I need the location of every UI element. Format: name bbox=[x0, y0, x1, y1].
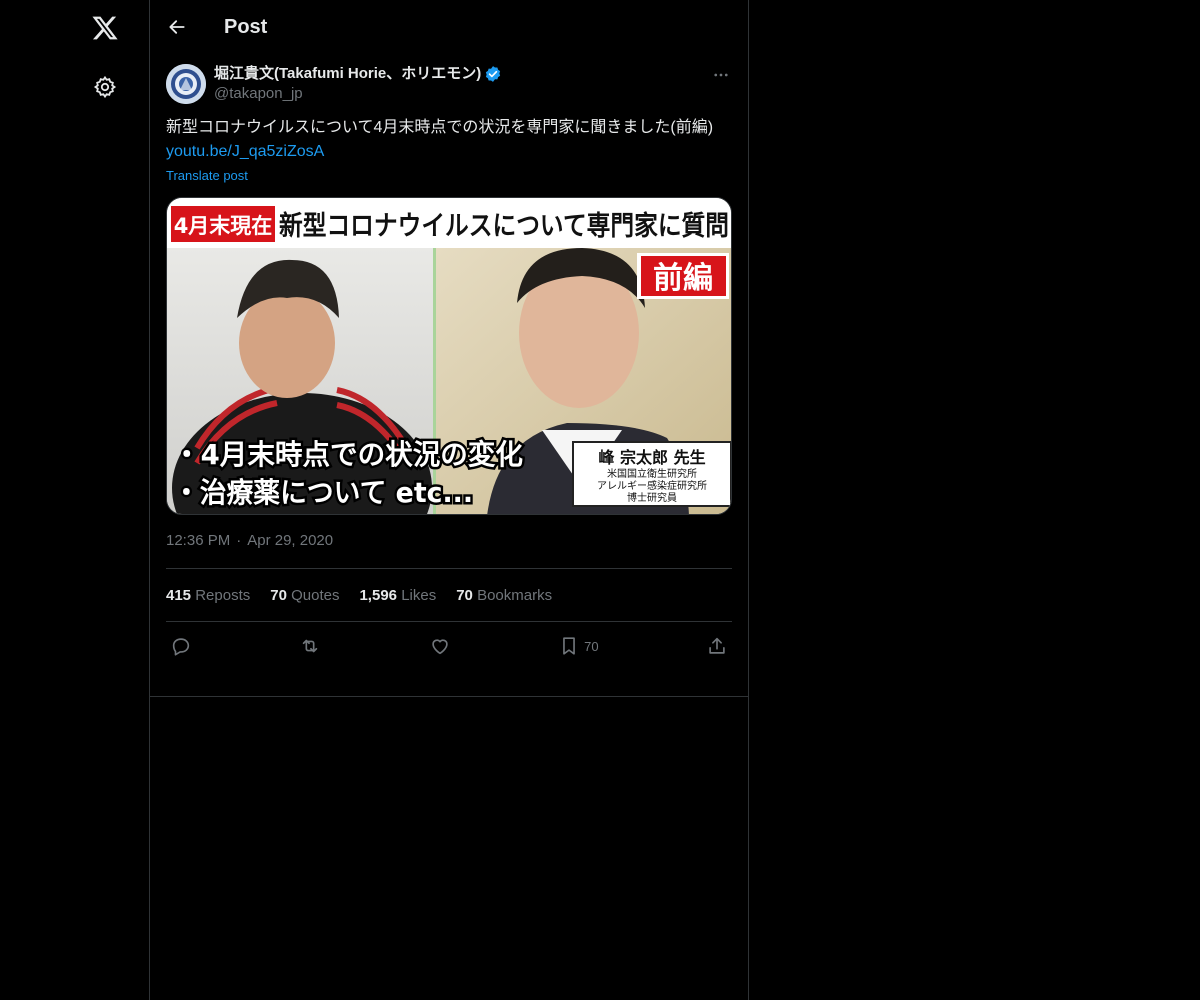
part-label-text: 前編 bbox=[653, 261, 713, 296]
likes-stat[interactable]: 1,596 Likes bbox=[359, 587, 436, 604]
x-logo-icon[interactable] bbox=[85, 8, 125, 48]
author-name[interactable]: 堀江貴文(Takafumi Horie、ホリエモン) bbox=[214, 64, 481, 84]
post-link[interactable]: youtu.be/J_qa5ziZosA bbox=[166, 140, 732, 164]
left-nav bbox=[0, 0, 150, 1000]
bookmarks-stat[interactable]: 70 Bookmarks bbox=[456, 587, 552, 604]
post-timestamp[interactable]: 12:36 PM · Apr 29, 2020 bbox=[166, 532, 732, 552]
expert-aff-2: アレルギー感染症研究所 bbox=[597, 479, 707, 492]
quotes-stat[interactable]: 70 Quotes bbox=[270, 587, 339, 604]
bullet-2-text: ・治療薬について etc... bbox=[173, 476, 473, 509]
post-stats: 415 Reposts 70 Quotes 1,596 Likes 70 Boo… bbox=[166, 569, 732, 621]
post-date: Apr 29, 2020 bbox=[247, 532, 334, 549]
banner-red-text: 4月末現在 bbox=[174, 214, 273, 238]
bullet-1-text: ・4月末時点での状況の変化 bbox=[173, 438, 523, 471]
video-thumbnail[interactable]: 4月末現在 新型コロナウイルスについて専門家に質問 前編 ・4月末時点での状況の… bbox=[166, 197, 732, 515]
bookmark-count: 70 bbox=[584, 638, 599, 654]
repost-icon[interactable] bbox=[299, 635, 321, 657]
reply-icon[interactable] bbox=[170, 635, 192, 657]
expert-aff-1: 米国国立衛生研究所 bbox=[607, 467, 697, 480]
page-title: Post bbox=[224, 15, 268, 38]
expert-aff-3: 博士研究員 bbox=[627, 491, 677, 504]
banner-title-text: 新型コロナウイルスについて専門家に質問 bbox=[279, 210, 729, 242]
share-icon[interactable] bbox=[706, 635, 728, 657]
bookmark-button[interactable]: 70 bbox=[558, 635, 599, 657]
reposts-stat[interactable]: 415 Reposts bbox=[166, 587, 250, 604]
back-arrow-icon[interactable] bbox=[166, 16, 188, 38]
author-info: 堀江貴文(Takafumi Horie、ホリエモン) @takapon_jp bbox=[214, 64, 502, 104]
meta-separator: · bbox=[236, 532, 242, 549]
settings-gear-icon[interactable] bbox=[90, 72, 120, 102]
action-bar: 70 bbox=[166, 622, 732, 670]
expert-name-text: 峰 宗太郎 先生 bbox=[598, 448, 705, 467]
main-column: Post 堀江貴文(Takafumi Horie、ホリエモン) @takapon… bbox=[149, 0, 749, 1000]
like-heart-icon[interactable] bbox=[429, 635, 451, 657]
translate-post-link[interactable]: Translate post bbox=[166, 168, 248, 183]
post-time: 12:36 PM bbox=[166, 532, 231, 549]
page-header: Post bbox=[150, 0, 748, 54]
post-text: 新型コロナウイルスについて4月末時点での状況を専門家に聞きました(前編) bbox=[166, 119, 714, 136]
post-bottom-border bbox=[150, 696, 748, 697]
avatar[interactable] bbox=[166, 64, 206, 104]
verified-badge-icon bbox=[484, 65, 502, 83]
more-options-icon[interactable] bbox=[710, 64, 732, 86]
author-handle[interactable]: @takapon_jp bbox=[214, 84, 502, 104]
post: 堀江貴文(Takafumi Horie、ホリエモン) @takapon_jp 新… bbox=[150, 54, 748, 670]
bookmark-icon bbox=[563, 637, 575, 655]
author-row: 堀江貴文(Takafumi Horie、ホリエモン) @takapon_jp bbox=[166, 64, 732, 104]
